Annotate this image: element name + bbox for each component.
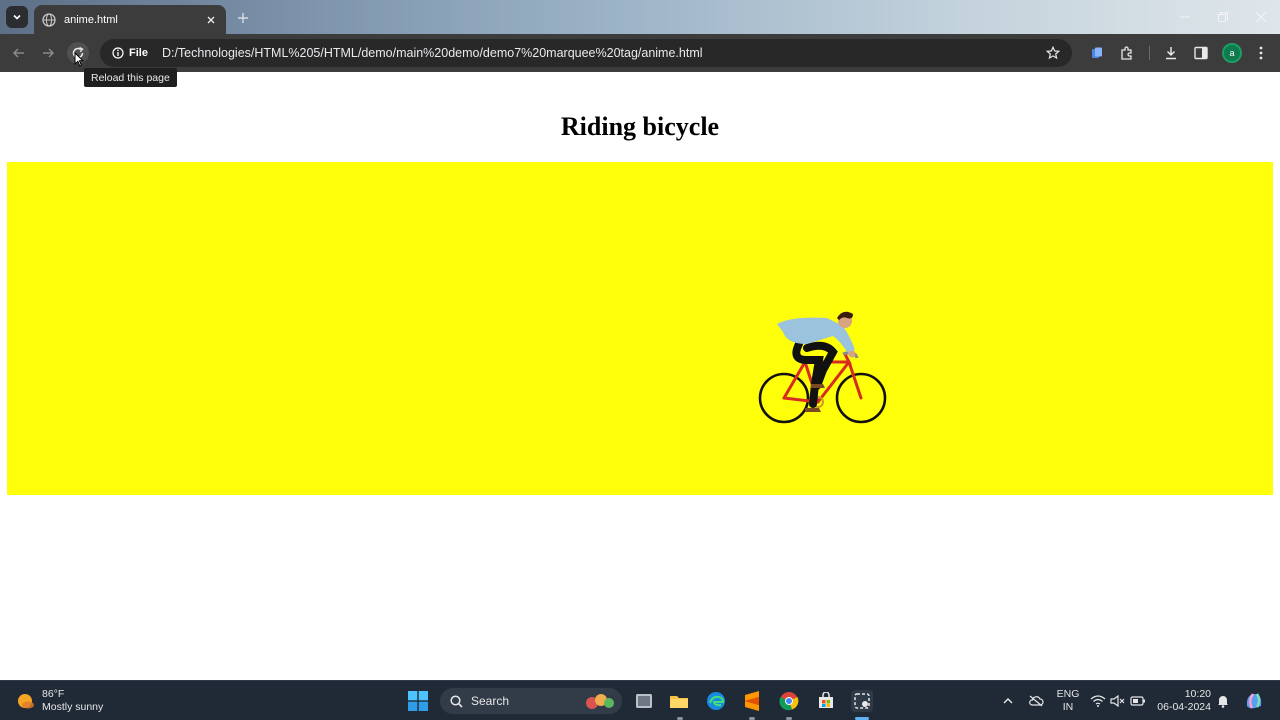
tab-search-button[interactable] (6, 6, 28, 28)
reload-tooltip: Reload this page (84, 68, 177, 87)
wifi-tray[interactable] (1090, 693, 1106, 709)
minimize-button[interactable] (1166, 0, 1204, 34)
taskbar-sublime-text[interactable] (741, 690, 763, 712)
taskbar-edge[interactable] (705, 690, 727, 712)
search-icon (450, 694, 463, 708)
taskbar-snipping-tool[interactable] (851, 690, 873, 712)
sun-cloud-icon (18, 694, 34, 709)
search-highlight-icon (586, 694, 614, 709)
close-tab-icon[interactable] (204, 13, 218, 27)
cloud-off-icon (1029, 695, 1044, 707)
profile-avatar[interactable]: a (1222, 43, 1242, 63)
minimize-icon (1180, 16, 1190, 18)
browser-menu-button[interactable] (1251, 43, 1271, 63)
taskbar-store[interactable] (815, 690, 837, 712)
bell-icon (1218, 696, 1228, 708)
extensions-menu-button[interactable] (1117, 43, 1137, 63)
site-info-chip[interactable]: File (106, 42, 154, 64)
taskbar-search[interactable]: Search (440, 688, 622, 714)
sublime-text-icon (745, 691, 759, 711)
search-label: Search (471, 694, 510, 708)
back-button[interactable] (8, 42, 30, 64)
side-panel-icon (1194, 46, 1208, 60)
battery-tray[interactable] (1130, 693, 1146, 709)
battery-icon (1130, 696, 1145, 706)
chevron-up-icon (1003, 698, 1013, 704)
arrow-right-icon (43, 48, 55, 58)
active-tab[interactable]: anime.html (34, 5, 226, 34)
taskbar-chrome[interactable] (778, 690, 800, 712)
puzzle-icon (1121, 46, 1132, 60)
show-hidden-icons-button[interactable] (1000, 693, 1016, 709)
taskbar-file-explorer[interactable] (668, 690, 690, 712)
browser-toolbar: File D:/Technologies/HTML%205/HTML/demo/… (0, 34, 1280, 72)
arrow-left-icon (12, 48, 24, 58)
region-code: IN (1062, 701, 1074, 713)
downloads-button[interactable] (1161, 43, 1181, 63)
volume-tray[interactable] (1110, 693, 1126, 709)
address-bar[interactable]: File D:/Technologies/HTML%205/HTML/demo/… (100, 39, 1072, 67)
tab-title: anime.html (64, 13, 118, 26)
toolbar-divider (1149, 46, 1150, 60)
close-window-button[interactable] (1242, 0, 1280, 34)
maximize-button[interactable] (1204, 0, 1242, 34)
copilot-button[interactable] (1244, 691, 1264, 711)
chrome-icon (779, 692, 799, 711)
forward-button[interactable] (37, 42, 59, 64)
mouse-cursor-icon (74, 52, 84, 67)
bookmark-star-button[interactable] (1044, 44, 1062, 62)
tab-strip: anime.html (0, 0, 1280, 34)
windows-start-icon[interactable] (408, 691, 428, 711)
chevron-down-icon (13, 14, 21, 20)
window-controls (1166, 0, 1280, 34)
download-icon (1166, 47, 1176, 60)
globe-icon (42, 12, 56, 27)
edge-icon (707, 692, 725, 710)
document-extension-icon (1092, 47, 1102, 58)
weather-condition: Mostly sunny (42, 701, 104, 713)
task-view-icon (636, 694, 652, 708)
clock-date: 06-04-2024 (1157, 701, 1211, 713)
page-title: Riding bicycle (560, 112, 720, 141)
weather-temperature: 86°F (42, 688, 65, 700)
marquee-area (7, 162, 1273, 495)
site-chip-label: File (129, 47, 148, 59)
restore-icon (1218, 12, 1228, 22)
new-tab-button[interactable] (232, 8, 254, 28)
plus-icon (238, 13, 248, 23)
store-icon (819, 692, 833, 708)
star-icon (1046, 46, 1060, 60)
side-panel-button[interactable] (1191, 43, 1211, 63)
snipping-tool-icon (854, 693, 870, 709)
input-language[interactable]: ENG IN (1054, 688, 1082, 714)
extension-button[interactable] (1087, 43, 1107, 63)
info-icon (112, 47, 124, 59)
url-text: D:/Technologies/HTML%205/HTML/demo/main%… (161, 46, 703, 60)
taskbar-clock[interactable]: 10:20 06-04-2024 (1155, 688, 1211, 714)
copilot-icon (1246, 693, 1262, 709)
cyclist-riding-bicycle (758, 311, 887, 424)
volume-muted-icon (1110, 695, 1125, 707)
taskbar-task-view[interactable] (633, 690, 655, 712)
language-code: ENG (1056, 688, 1080, 700)
onedrive-tray[interactable] (1028, 693, 1044, 709)
windows-taskbar: 86°F Mostly sunny Search ENG IN 10:20 06… (0, 680, 1280, 720)
kebab-menu-icon (1259, 46, 1263, 60)
clock-time: 10:20 (1184, 688, 1211, 700)
weather-widget[interactable]: 86°F Mostly sunny (16, 688, 103, 714)
close-icon (1256, 12, 1266, 22)
folder-icon (670, 696, 688, 708)
notifications-button[interactable] (1215, 693, 1231, 709)
wifi-icon (1090, 695, 1106, 707)
